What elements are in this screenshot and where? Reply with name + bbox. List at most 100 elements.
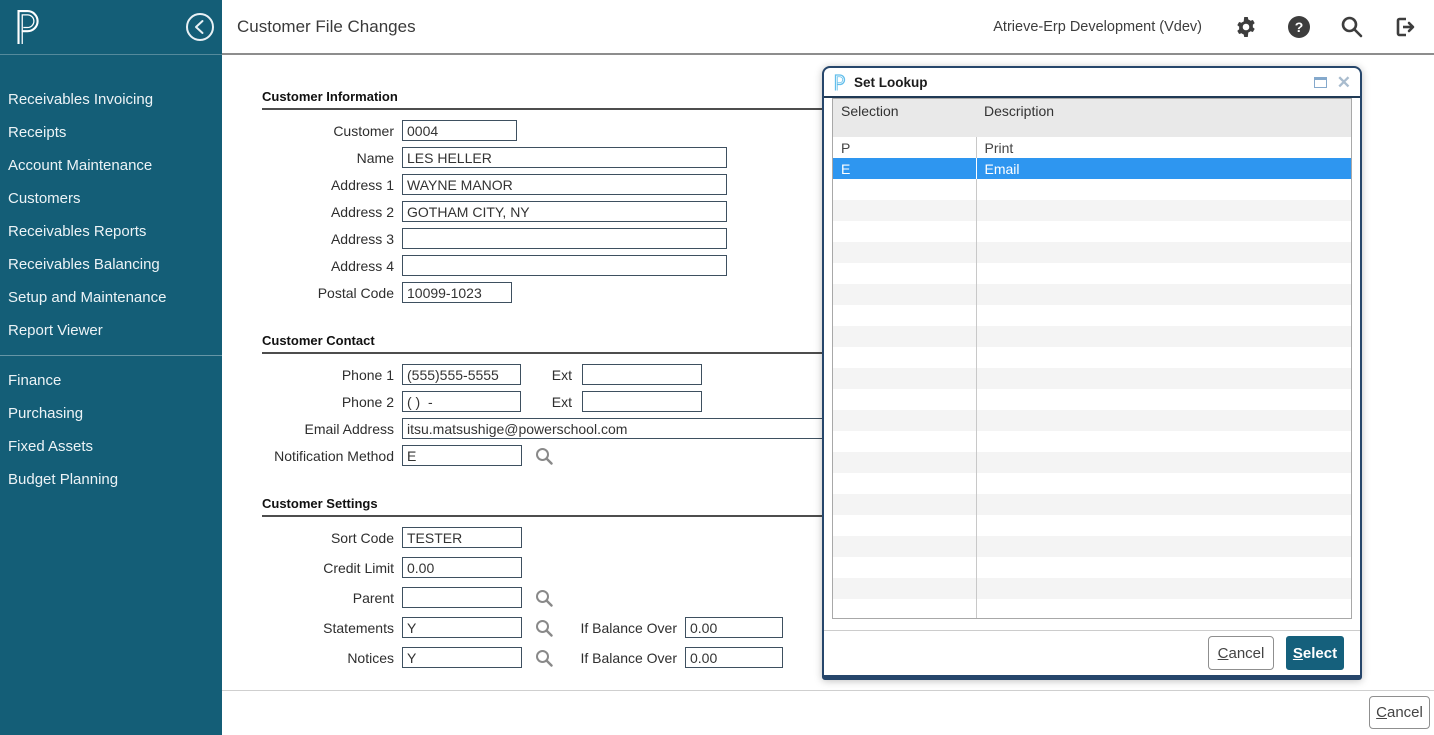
- lookup-empty-row[interactable]: [833, 284, 1351, 305]
- dialog-cancel-button[interactable]: Cancel: [1208, 636, 1274, 670]
- notices-balance-input[interactable]: [685, 647, 783, 668]
- statements-lookup-icon[interactable]: [535, 619, 553, 637]
- address4-input[interactable]: [402, 255, 727, 276]
- sidebar-item-finance[interactable]: Finance: [0, 364, 222, 397]
- lookup-empty-row[interactable]: [833, 599, 1351, 619]
- sidebar-item-report-viewer[interactable]: Report Viewer: [0, 314, 222, 347]
- lookup-column-selection[interactable]: Selection: [833, 99, 976, 137]
- notices-label: Notices: [262, 650, 402, 666]
- parent-input[interactable]: [402, 587, 522, 608]
- sidebar-header: [0, 0, 222, 55]
- sort-code-input[interactable]: [402, 527, 522, 548]
- sidebar-item-receivables-reports[interactable]: Receivables Reports: [0, 215, 222, 248]
- help-icon[interactable]: ?: [1288, 16, 1310, 38]
- sidebar-item-setup-and-maintenance[interactable]: Setup and Maintenance: [0, 281, 222, 314]
- lookup-empty-row[interactable]: [833, 389, 1351, 410]
- lookup-row[interactable]: EEmail: [833, 158, 1351, 179]
- lookup-column-description[interactable]: Description: [976, 99, 1351, 137]
- lookup-empty-row[interactable]: [833, 326, 1351, 347]
- phone1-label: Phone 1: [262, 367, 402, 383]
- phone1-ext-label: Ext: [533, 367, 582, 383]
- lookup-table-body: PPrintEEmail: [833, 137, 1351, 619]
- lookup-empty-row[interactable]: [833, 557, 1351, 578]
- page-cancel-button[interactable]: Cancel: [1369, 696, 1430, 729]
- name-label: Name: [262, 150, 402, 166]
- sidebar-item-budget-planning[interactable]: Budget Planning: [0, 463, 222, 496]
- lookup-empty-row[interactable]: [833, 368, 1351, 389]
- notification-method-label: Notification Method: [262, 448, 402, 464]
- lookup-empty-row[interactable]: [833, 179, 1351, 200]
- environment-label: Atrieve-Erp Development (Vdev): [993, 19, 1202, 35]
- lookup-empty-row[interactable]: [833, 536, 1351, 557]
- lookup-empty-row[interactable]: [833, 431, 1351, 452]
- statements-balance-input[interactable]: [685, 617, 783, 638]
- lookup-empty-row[interactable]: [833, 515, 1351, 536]
- address4-label: Address 4: [262, 258, 402, 274]
- lookup-empty-row[interactable]: [833, 578, 1351, 599]
- set-lookup-dialog: Set Lookup ✕ Selection Description PPrin…: [822, 66, 1362, 680]
- parent-label: Parent: [262, 590, 402, 606]
- sidebar-item-fixed-assets[interactable]: Fixed Assets: [0, 430, 222, 463]
- lookup-empty-row[interactable]: [833, 347, 1351, 368]
- lookup-table: Selection Description PPrintEEmail: [832, 98, 1352, 619]
- notices-balance-label: If Balance Over: [563, 650, 677, 666]
- email-label: Email Address: [262, 421, 402, 437]
- dialog-select-button[interactable]: Select: [1286, 636, 1344, 670]
- logout-icon[interactable]: [1393, 15, 1418, 39]
- lookup-empty-row[interactable]: [833, 410, 1351, 431]
- phone2-label: Phone 2: [262, 394, 402, 410]
- dialog-footer: Cancel Select: [824, 630, 1360, 675]
- address2-label: Address 2: [262, 204, 402, 220]
- powerschool-dialog-logo-icon: [833, 74, 846, 91]
- sidebar-item-purchasing[interactable]: Purchasing: [0, 397, 222, 430]
- notification-method-input[interactable]: [402, 445, 522, 466]
- notices-lookup-icon[interactable]: [535, 649, 553, 667]
- powerschool-logo-icon: [13, 9, 41, 45]
- postal-code-label: Postal Code: [262, 285, 402, 301]
- address3-label: Address 3: [262, 231, 402, 247]
- address2-input[interactable]: [402, 201, 727, 222]
- sidebar-item-receipts[interactable]: Receipts: [0, 116, 222, 149]
- lookup-empty-row[interactable]: [833, 263, 1351, 284]
- sidebar-item-customers[interactable]: Customers: [0, 182, 222, 215]
- settings-gear-icon[interactable]: [1234, 15, 1258, 39]
- statements-balance-label: If Balance Over: [563, 620, 677, 636]
- phone2-ext-input[interactable]: [582, 391, 702, 412]
- phone2-ext-label: Ext: [533, 394, 582, 410]
- sidebar: Receivables Invoicing Receipts Account M…: [0, 0, 222, 735]
- dialog-title: Set Lookup: [854, 75, 928, 90]
- statements-label: Statements: [262, 620, 402, 636]
- address1-label: Address 1: [262, 177, 402, 193]
- maximize-icon[interactable]: [1314, 77, 1327, 88]
- customer-input[interactable]: [402, 120, 517, 141]
- sidebar-item-receivables-balancing[interactable]: Receivables Balancing: [0, 248, 222, 281]
- notification-method-lookup-icon[interactable]: [535, 447, 553, 465]
- customer-label: Customer: [262, 123, 402, 139]
- lookup-empty-row[interactable]: [833, 452, 1351, 473]
- parent-lookup-icon[interactable]: [535, 589, 553, 607]
- lookup-empty-row[interactable]: [833, 242, 1351, 263]
- phone1-input[interactable]: [402, 364, 521, 385]
- sidebar-collapse-button[interactable]: [185, 12, 215, 42]
- phone1-ext-input[interactable]: [582, 364, 702, 385]
- lookup-row[interactable]: PPrint: [833, 137, 1351, 158]
- lookup-empty-row[interactable]: [833, 494, 1351, 515]
- sidebar-divider: [0, 355, 222, 356]
- lookup-empty-row[interactable]: [833, 200, 1351, 221]
- set-lookup-titlebar[interactable]: Set Lookup ✕: [824, 68, 1360, 98]
- search-icon[interactable]: [1340, 15, 1363, 38]
- close-icon[interactable]: ✕: [1337, 74, 1351, 91]
- address3-input[interactable]: [402, 228, 727, 249]
- phone2-input[interactable]: [402, 391, 521, 412]
- address1-input[interactable]: [402, 174, 727, 195]
- sidebar-item-account-maintenance[interactable]: Account Maintenance: [0, 149, 222, 182]
- notices-input[interactable]: [402, 647, 522, 668]
- name-input[interactable]: [402, 147, 727, 168]
- sidebar-item-receivables-invoicing[interactable]: Receivables Invoicing: [0, 83, 222, 116]
- postal-code-input[interactable]: [402, 282, 512, 303]
- statements-input[interactable]: [402, 617, 522, 638]
- lookup-empty-row[interactable]: [833, 305, 1351, 326]
- lookup-empty-row[interactable]: [833, 473, 1351, 494]
- lookup-empty-row[interactable]: [833, 221, 1351, 242]
- credit-limit-input[interactable]: [402, 557, 522, 578]
